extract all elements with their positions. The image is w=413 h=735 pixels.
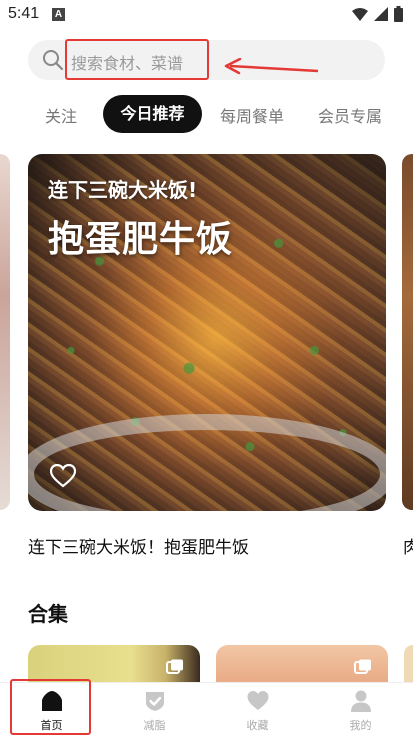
section-title-collections: 合集 [28,602,68,626]
plate-rim [28,414,386,511]
video-icon [166,659,183,674]
collection-card[interactable] [404,645,413,685]
nav-item-profile[interactable]: 我的 [309,683,412,735]
notification-app-icon: A [52,8,65,21]
card-subtitle: 连下三碗大米饭! [48,178,198,202]
status-bar: 5:41 A [0,0,413,30]
tab-follow[interactable]: 关注 [45,103,77,127]
video-icon [354,659,371,674]
recipe-caption[interactable]: 连下三碗大米饭！抱蛋肥牛饭 [28,533,249,558]
shield-check-icon [145,692,164,711]
previous-recipe-card[interactable] [0,154,10,510]
next-recipe-card[interactable] [402,154,413,510]
wifi-icon [352,8,368,21]
tab-weekly-menu[interactable]: 每周餐单 [220,103,284,127]
nav-label-favorites: 收藏 [246,719,269,732]
tab-member-exclusive[interactable]: 会员专属 [318,103,382,127]
annotation-highlight-box [10,679,91,735]
nav-label-fat-loss: 减脂 [143,719,166,732]
status-time: 5:41 [8,5,40,22]
next-recipe-caption[interactable]: 肉 [403,533,413,558]
signal-icon [374,7,388,21]
search-icon [43,50,64,71]
annotation-highlight-box [65,39,209,80]
battery-icon [394,6,403,22]
status-icons [352,6,403,22]
nav-item-favorites[interactable]: 收藏 [206,683,309,735]
heart-icon [247,691,268,710]
user-icon [350,690,371,712]
card-title: 抱蛋肥牛饭 [48,219,234,260]
heart-icon[interactable] [50,464,76,488]
nav-item-fat-loss[interactable]: 减脂 [103,683,206,735]
featured-recipe-card[interactable]: 连下三碗大米饭! 抱蛋肥牛饭 [28,154,386,511]
annotation-arrow [224,58,319,75]
nav-label-profile: 我的 [349,719,372,732]
tab-today-recommend[interactable]: 今日推荐 [103,95,202,133]
